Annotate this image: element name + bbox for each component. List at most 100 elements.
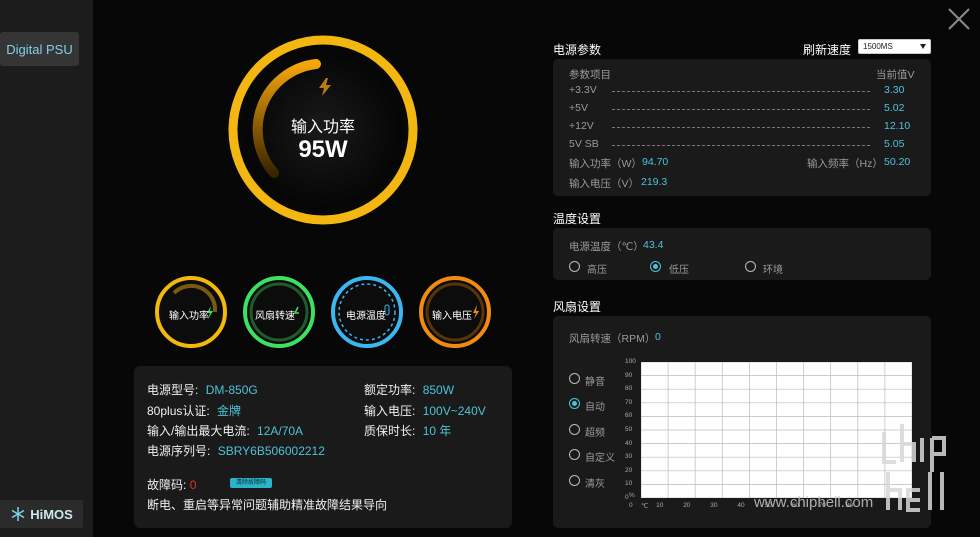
x-tick-label: 20	[683, 502, 691, 509]
fan-mode-custom-radio[interactable]	[569, 449, 580, 460]
y-tick-label: 30	[625, 453, 633, 461]
model-value: DM-850G	[205, 383, 258, 397]
serial-label: 电源序列号:	[147, 444, 211, 458]
max-current-row: 输入/输出最大电流: 12A/70A	[147, 422, 303, 439]
param-value-5vsb: 5.05	[884, 138, 905, 150]
param-name-5vsb: 5V SB	[569, 138, 599, 150]
sidebar: Digital PSU HiMOS	[0, 0, 93, 537]
refresh-speed-label: 刷新速度	[803, 43, 852, 57]
input-volt-value: 219.3	[641, 176, 668, 188]
param-value-12v: 12.10	[884, 120, 911, 132]
fault-code-value: 0	[189, 478, 197, 492]
model-row: 电源型号: DM-850G	[147, 381, 258, 398]
divider	[612, 91, 870, 92]
warranty-row: 质保时长: 10 年	[364, 422, 451, 439]
warranty-value: 10 年	[422, 424, 452, 438]
x-tick-label: 40	[737, 502, 745, 509]
gauge-fan-speed-label: 风扇转速	[255, 311, 295, 322]
power-params-title: 电源参数	[553, 43, 602, 57]
x-tick-label: 0	[629, 502, 633, 509]
lightning-icon	[319, 78, 331, 96]
param-value-5v: 5.02	[884, 102, 905, 114]
temp-option-ambient-radio[interactable]	[745, 261, 756, 272]
psu-temp-label: 电源温度（℃）	[569, 241, 644, 253]
y-tick-label: 80	[625, 385, 633, 393]
temp-option-low-radio[interactable]	[650, 261, 661, 272]
serial-row: 电源序列号: SBRY6B506002212	[147, 442, 325, 459]
input-voltage-range-value: 100V~240V	[422, 404, 486, 418]
fan-mode-overclock-label: 超频	[585, 428, 605, 439]
rated-power-value: 850W	[422, 383, 455, 397]
y-tick-label: 90	[625, 371, 633, 379]
refresh-speed-select[interactable]: 1500MS	[858, 39, 931, 54]
y-tick-label: 70	[625, 398, 633, 406]
fan-mode-auto-label: 自动	[585, 402, 605, 413]
fault-code-row: 故障码: 0	[147, 476, 196, 493]
brand-logo: HiMOS	[0, 500, 83, 528]
fan-title: 风扇设置	[553, 300, 602, 314]
cert-value: 金牌	[217, 404, 242, 418]
fan-mode-auto-radio[interactable]	[569, 398, 580, 409]
y-unit-label: %	[629, 492, 635, 499]
input-volt-label: 输入电压（V）	[569, 178, 640, 190]
input-voltage-range-row: 输入电压: 100V~240V	[364, 402, 486, 419]
main-gauge-value: 95W	[298, 136, 348, 163]
max-current-label: 输入/输出最大电流:	[147, 424, 250, 438]
param-name-3v3: +3.3V	[569, 84, 597, 96]
watermark-logo	[882, 424, 946, 512]
input-power-value: 94.70	[642, 156, 669, 168]
input-voltage-range-label: 输入电压:	[364, 404, 416, 418]
y-tick-label: 20	[625, 466, 633, 474]
rated-power-label: 额定功率:	[364, 383, 416, 397]
fan-mode-silent-radio[interactable]	[569, 373, 580, 384]
chart-grid	[641, 362, 912, 498]
fault-note: 断电、重启等异常问题辅助精准故障结果导向	[147, 498, 388, 512]
col-header-item: 参数项目	[569, 69, 611, 81]
watermark-text: www.chiphell.com	[754, 494, 874, 511]
fan-mode-custom-label: 自定义	[585, 453, 615, 464]
psu-info-panel: 电源型号: DM-850G 额定功率: 850W 80plus认证: 金牌 输入…	[134, 366, 512, 528]
param-name-12v: +12V	[569, 120, 594, 132]
psu-temp-value: 43.4	[643, 239, 664, 251]
fan-speed-value: 0	[655, 331, 661, 343]
main-gauge-label: 输入功率	[290, 119, 355, 136]
serial-value: SBRY6B506002212	[217, 444, 325, 458]
y-tick-label: 40	[625, 439, 633, 447]
input-power-label: 输入功率（W）	[569, 158, 642, 170]
temp-option-high-radio[interactable]	[569, 261, 580, 272]
fan-mode-dust-radio[interactable]	[569, 475, 580, 486]
temp-option-low-label: 低压	[669, 265, 689, 276]
fan-speed-label: 风扇转速（RPM）	[569, 333, 656, 345]
close-icon[interactable]	[946, 6, 972, 32]
param-value-3v3: 3.30	[884, 84, 905, 96]
input-freq-label: 输入频率（Hz）	[807, 158, 883, 170]
temperature-title: 温度设置	[553, 212, 602, 226]
fan-mode-overclock-radio[interactable]	[569, 424, 580, 435]
refresh-speed-value: 1500MS	[863, 42, 893, 51]
logo-text: HiMOS	[30, 506, 73, 522]
y-tick-label: 100	[625, 358, 636, 365]
fan-mode-dust-label: 清灰	[585, 479, 605, 490]
fan-mode-silent-label: 静音	[585, 377, 605, 388]
param-name-5v: +5V	[569, 102, 588, 114]
divider	[612, 109, 870, 110]
fault-code-label: 故障码:	[147, 478, 187, 492]
x-unit-label: ℃	[641, 503, 649, 510]
cert-row: 80plus认证: 金牌	[147, 402, 241, 419]
clear-fault-button[interactable]: 清除故障码	[230, 478, 272, 488]
gauge-psu-temp-label: 电源温度	[346, 311, 386, 322]
sidebar-item-digital-psu[interactable]: Digital PSU	[0, 32, 79, 66]
snowflake-icon	[11, 507, 25, 521]
y-tick-label: 60	[625, 412, 633, 420]
rated-power-row: 额定功率: 850W	[364, 381, 454, 398]
divider	[612, 145, 870, 146]
x-tick-label: 10	[656, 502, 664, 509]
temperature-panel	[553, 228, 931, 280]
temp-option-high-label: 高压	[587, 265, 607, 276]
col-header-value: 当前值V	[876, 69, 915, 81]
y-tick-label: 50	[625, 426, 633, 433]
fan-curve-chart[interactable]	[641, 362, 912, 498]
x-tick-label: 30	[710, 502, 718, 509]
input-freq-value: 50.20	[884, 156, 911, 168]
model-label: 电源型号:	[147, 383, 199, 397]
